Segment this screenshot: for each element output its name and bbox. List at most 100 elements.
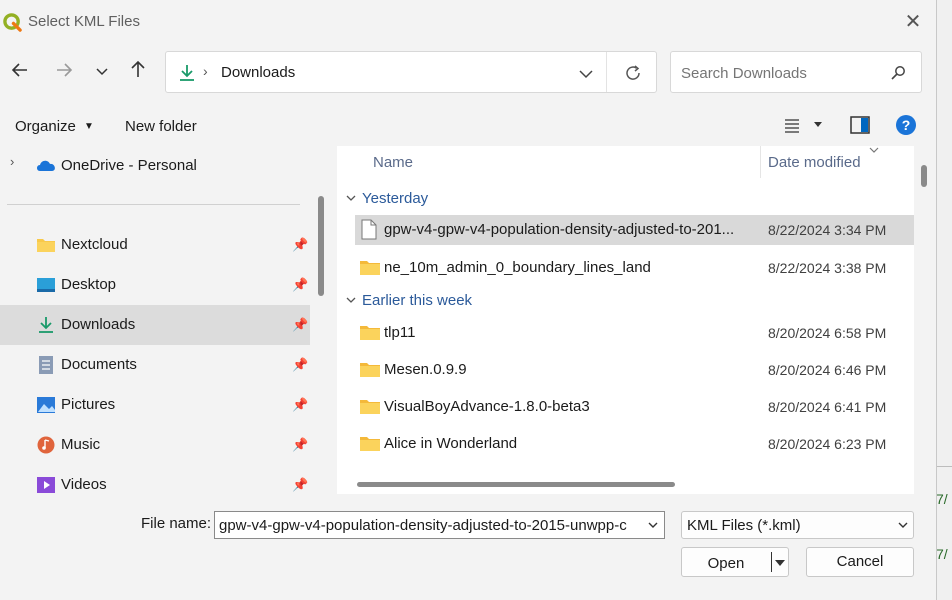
background-divider	[937, 466, 952, 467]
qgis-logo-icon	[3, 13, 22, 32]
open-options-icon[interactable]	[774, 559, 786, 567]
file-dialog: Select KML Files ✕ › Downloads Search Do…	[0, 0, 937, 600]
file-name-label: File name:	[141, 515, 212, 532]
sidebar-item-nextcloud[interactable]: Nextcloud 📌	[0, 225, 310, 265]
sidebar-item-label: Desktop	[61, 276, 117, 293]
preview-pane-icon[interactable]	[850, 116, 870, 134]
address-bar[interactable]: › Downloads	[165, 51, 657, 93]
column-header-date[interactable]: Date modified	[768, 154, 861, 171]
divider	[606, 52, 607, 92]
folder-icon	[37, 239, 55, 252]
background-text: 7/	[936, 491, 948, 507]
pin-icon[interactable]: 📌	[292, 317, 308, 333]
search-box[interactable]	[670, 51, 922, 93]
split-divider	[771, 552, 772, 572]
file-date: 8/20/2024 6:46 PM	[768, 362, 887, 378]
expand-chevron-icon[interactable]: ›	[10, 154, 14, 169]
navigation-pane: › OneDrive - Personal Nextcloud 📌 Deskto…	[0, 146, 330, 494]
breadcrumb-location[interactable]: Downloads	[221, 64, 295, 81]
file-name-field[interactable]: gpw-v4-gpw-v4-population-density-adjuste…	[214, 511, 665, 539]
file-type-select[interactable]: KML Files (*.kml)	[681, 511, 914, 539]
list-item[interactable]: gpw-v4-gpw-v4-population-density-adjuste…	[355, 215, 914, 245]
nav-scrollbar[interactable]	[318, 196, 324, 296]
open-label: Open	[707, 555, 745, 572]
refresh-icon[interactable]	[624, 64, 642, 82]
list-item[interactable]: VisualBoyAdvance-1.8.0-beta3 8/20/2024 6…	[355, 392, 914, 422]
search-input[interactable]	[679, 61, 883, 85]
sidebar-item-label: Documents	[61, 356, 137, 373]
forward-icon[interactable]	[51, 60, 77, 86]
new-folder-button[interactable]: New folder	[125, 118, 197, 135]
chevron-down-icon[interactable]	[89, 60, 115, 86]
svg-text:?: ?	[902, 117, 911, 133]
close-icon[interactable]: ✕	[901, 11, 925, 33]
organize-button[interactable]: Organize ▼	[15, 118, 94, 135]
pin-icon[interactable]: 📌	[292, 237, 308, 253]
sidebar-item-music[interactable]: Music 📌	[0, 425, 310, 465]
sidebar-item-desktop[interactable]: Desktop 📌	[0, 265, 310, 305]
sidebar-item-downloads[interactable]: Downloads 📌	[0, 305, 310, 345]
pin-icon[interactable]: 📌	[292, 277, 308, 293]
command-bar: Organize ▼ New folder ?	[0, 105, 936, 147]
sidebar-item-label: Downloads	[61, 316, 136, 333]
list-item[interactable]: ne_10m_admin_0_boundary_lines_land 8/22/…	[355, 253, 914, 283]
list-item[interactable]: tlp11 8/20/2024 6:58 PM	[355, 318, 914, 348]
pin-icon[interactable]: 📌	[292, 477, 308, 493]
music-icon	[37, 436, 55, 454]
file-date: 8/22/2024 3:34 PM	[768, 222, 887, 238]
search-icon[interactable]	[890, 65, 906, 81]
view-options-icon[interactable]	[784, 117, 800, 133]
file-name: ne_10m_admin_0_boundary_lines_land	[384, 259, 651, 276]
view-dropdown-icon[interactable]	[813, 121, 823, 129]
horizontal-scrollbar[interactable]	[357, 482, 675, 487]
open-button[interactable]: Open	[681, 547, 789, 577]
file-name: VisualBoyAdvance-1.8.0-beta3	[384, 398, 590, 415]
file-name-value: gpw-v4-gpw-v4-population-density-adjuste…	[219, 517, 627, 534]
sidebar-item-label: Music	[61, 436, 101, 453]
onedrive-icon	[37, 160, 55, 171]
group-header-yesterday[interactable]: Yesterday	[362, 190, 428, 207]
dialog-footer: File name: gpw-v4-gpw-v4-population-dens…	[0, 494, 936, 600]
sidebar-item-label: Pictures	[61, 396, 116, 413]
group-collapse-icon[interactable]	[345, 295, 357, 305]
file-date: 8/20/2024 6:23 PM	[768, 436, 887, 452]
pin-icon[interactable]: 📌	[292, 437, 308, 453]
sidebar-item-documents[interactable]: Documents 📌	[0, 345, 310, 385]
group-header-earlier-this-week[interactable]: Earlier this week	[362, 292, 472, 309]
organize-label: Organize	[15, 118, 76, 135]
file-name-dropdown-icon[interactable]	[647, 521, 659, 530]
file-list-scrollbar[interactable]	[921, 165, 927, 187]
file-name: Alice in Wonderland	[384, 435, 518, 452]
file-type-value: KML Files (*.kml)	[687, 517, 801, 534]
desktop-icon	[37, 278, 55, 292]
pin-icon[interactable]: 📌	[292, 357, 308, 373]
list-item[interactable]: Mesen.0.9.9 8/20/2024 6:46 PM	[355, 355, 914, 385]
list-item[interactable]: Alice in Wonderland 8/20/2024 6:23 PM	[355, 429, 914, 459]
help-icon[interactable]: ?	[895, 114, 917, 136]
file-list: Name Date modified Yesterday gpw-v4-gpw-…	[337, 146, 914, 494]
folder-icon	[360, 400, 380, 414]
sort-chevron-icon	[869, 147, 879, 153]
videos-icon	[37, 477, 55, 493]
folder-icon	[360, 326, 380, 340]
column-header-name[interactable]: Name	[373, 154, 413, 171]
pin-icon[interactable]: 📌	[292, 397, 308, 413]
background-window	[937, 0, 952, 600]
file-date: 8/22/2024 3:38 PM	[768, 260, 887, 276]
folder-icon	[360, 437, 380, 451]
organize-dropdown-icon: ▼	[84, 121, 94, 132]
sidebar-item-label: Videos	[61, 476, 107, 493]
back-icon[interactable]	[7, 60, 33, 86]
sidebar-item-pictures[interactable]: Pictures 📌	[0, 385, 310, 425]
background-text: 7/	[936, 546, 948, 562]
sidebar-item-onedrive[interactable]: OneDrive - Personal	[61, 157, 197, 174]
up-arrow-icon[interactable]	[125, 59, 151, 85]
column-divider[interactable]	[760, 146, 761, 178]
group-collapse-icon[interactable]	[345, 193, 357, 203]
cancel-button[interactable]: Cancel	[806, 547, 914, 577]
chevron-down-icon	[898, 522, 908, 528]
breadcrumb-separator-icon: ›	[203, 63, 208, 79]
folder-icon	[360, 363, 380, 377]
sidebar-item-videos[interactable]: Videos 📌	[0, 465, 310, 494]
address-dropdown-icon[interactable]	[578, 67, 594, 81]
